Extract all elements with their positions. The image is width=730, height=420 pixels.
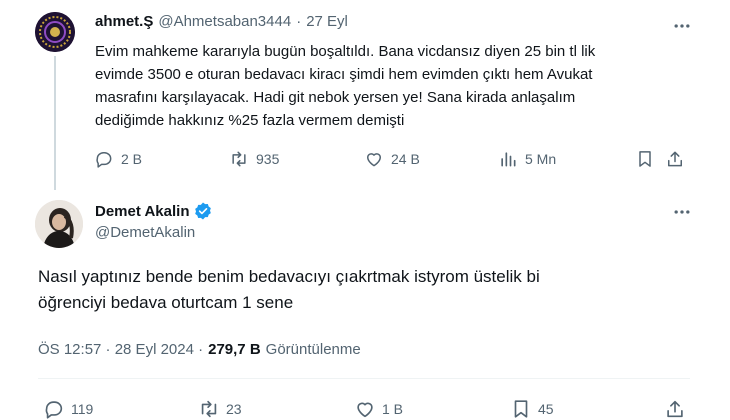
parent-reply-button[interactable]: 2 B: [93, 148, 142, 170]
parent-like-button[interactable]: 24 B: [363, 148, 420, 170]
main-share-button[interactable]: [664, 398, 686, 420]
reply-icon: [93, 148, 115, 170]
heart-icon: [354, 398, 376, 420]
share-icon: [664, 148, 686, 170]
main-text-line: Nasıl yaptınız bende benim bedavacıyı çı…: [38, 267, 540, 286]
main-more-button[interactable]: [670, 200, 694, 224]
main-reply-count: 119: [71, 401, 94, 417]
parent-share-button[interactable]: [664, 148, 686, 170]
parent-reply-count: 2 B: [121, 151, 143, 167]
main-handle[interactable]: @DemetAkalin: [95, 224, 195, 241]
parent-views-count: 5 Mn: [525, 151, 557, 167]
more-icon: [674, 24, 690, 28]
bookmark-icon: [510, 398, 532, 420]
more-icon: [674, 210, 690, 214]
main-views-label: Görüntülenme: [265, 341, 361, 358]
thread-line: [54, 56, 56, 190]
main-timestamp[interactable]: ÖS 12:57 · 28 Eyl 2024 ·: [38, 341, 203, 358]
reply-icon: [43, 398, 65, 420]
parent-display-name[interactable]: ahmet.Ş: [95, 13, 153, 30]
main-like-button[interactable]: 1 B: [354, 398, 403, 420]
parent-avatar[interactable]: [35, 12, 75, 52]
main-reply-button[interactable]: 119: [43, 398, 93, 420]
main-display-name[interactable]: Demet Akalin: [95, 203, 189, 220]
parent-date-separator: ·: [296, 13, 302, 30]
bookmark-icon: [634, 148, 656, 170]
main-views-count: 279,7 B: [208, 341, 261, 358]
parent-text-line: evimde 3500 e oturan bedavacı kiracı şim…: [95, 66, 593, 83]
parent-more-button[interactable]: [670, 14, 694, 38]
divider: [38, 378, 690, 379]
main-bookmark-button[interactable]: 45: [510, 398, 554, 420]
main-like-count: 1 B: [382, 401, 404, 417]
parent-date[interactable]: 27 Eyl: [306, 13, 348, 30]
parent-text-line: dediğimde hakkınız %25 fazla vermem demi…: [95, 112, 405, 129]
parent-handle[interactable]: @Ahmetsaban3444: [158, 13, 291, 30]
retweet-icon: [198, 398, 220, 420]
heart-icon: [363, 148, 385, 170]
parent-like-count: 24 B: [391, 151, 420, 167]
retweet-icon: [228, 148, 250, 170]
parent-retweet-button[interactable]: 935: [228, 148, 279, 170]
share-icon: [664, 398, 686, 420]
views-chart-icon: [497, 148, 519, 170]
main-retweet-count: 23: [226, 401, 242, 417]
parent-views-button[interactable]: 5 Mn: [497, 148, 556, 170]
main-bookmark-count: 45: [538, 401, 554, 417]
main-avatar[interactable]: [35, 200, 83, 248]
parent-tweet-text: Evim mahkeme kararıyla bugün boşaltıldı.…: [95, 40, 725, 132]
parent-text-line: Evim mahkeme kararıyla bugün boşaltıldı.…: [95, 43, 596, 60]
main-tweet-text: Nasıl yaptınız bende benim bedavacıyı çı…: [38, 264, 718, 316]
parent-text-line: masrafını karşılayacak. Hadi git nebok y…: [95, 89, 576, 106]
main-text-line: öğrenciyi bedava oturtcam 1 sene: [38, 293, 294, 312]
main-retweet-button[interactable]: 23: [198, 398, 242, 420]
parent-bookmark-button[interactable]: [634, 148, 656, 170]
parent-retweet-count: 935: [256, 151, 280, 167]
verified-badge-icon: [193, 201, 213, 221]
